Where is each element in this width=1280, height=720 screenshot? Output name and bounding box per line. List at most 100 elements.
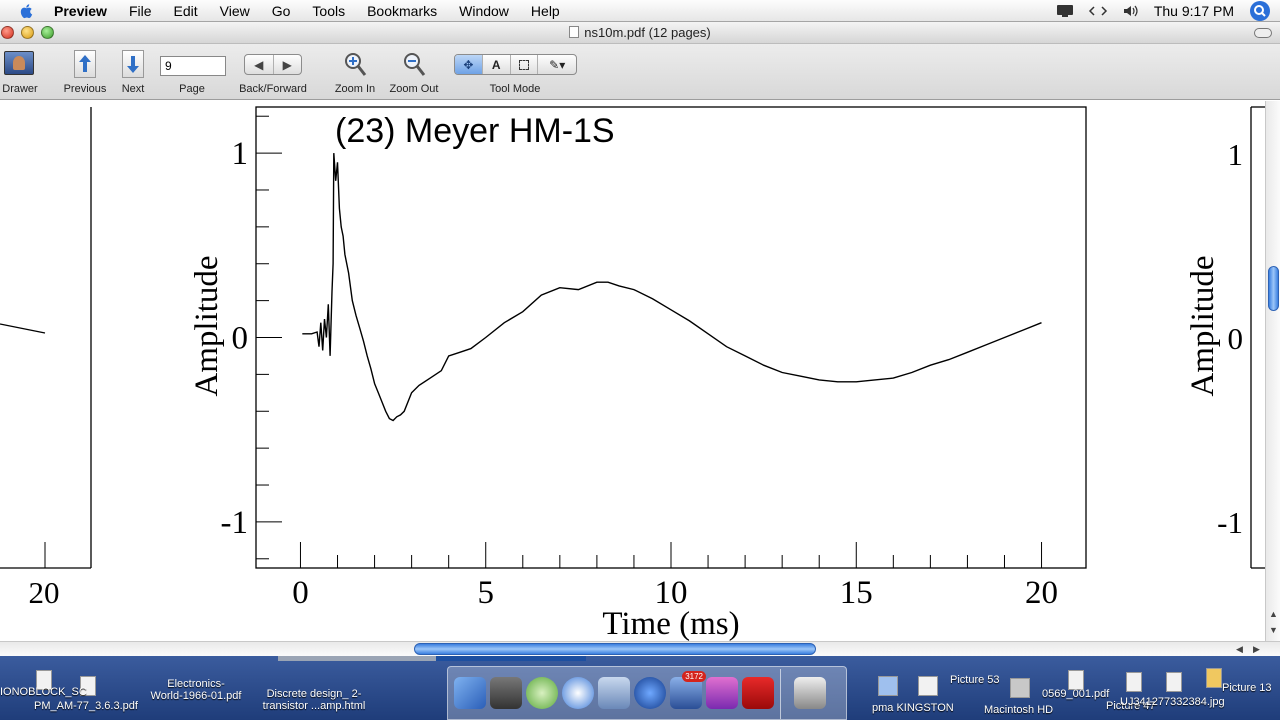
toolbar-toggle-button[interactable] xyxy=(1254,28,1272,38)
right-neighbor-page: Amplitude 1 0 -1 xyxy=(1185,106,1265,569)
y-tick-label: -1 xyxy=(221,505,249,541)
horizontal-scrollbar[interactable]: ◀ ▶ xyxy=(0,641,1280,656)
left-neighbor-curve xyxy=(0,323,46,334)
move-tool-button[interactable]: ✥ xyxy=(455,55,483,74)
file-icon[interactable] xyxy=(918,676,938,696)
pdf-document-view[interactable]: 20 (23) Meyer HM-1S Amplitude Time (ms) … xyxy=(0,101,1265,641)
desktop-file-label[interactable]: IONOBLOCK_SC xyxy=(0,686,87,698)
pdf-file-icon[interactable] xyxy=(1068,670,1084,690)
select-tool-icon xyxy=(519,59,530,70)
menu-tools[interactable]: Tools xyxy=(312,3,345,19)
forward-arrow-icon: ▶ xyxy=(282,57,292,72)
menubar-clock[interactable]: Thu 9:17 PM xyxy=(1154,3,1234,19)
menu-view[interactable]: View xyxy=(220,3,250,19)
page-label: Page xyxy=(179,83,205,95)
background-window-edge xyxy=(278,656,436,661)
back-forward-control: ◀ ▶ xyxy=(244,54,302,75)
mail-icon[interactable]: 3172 xyxy=(670,671,706,709)
safari-icon[interactable] xyxy=(562,677,594,709)
scroll-left-arrow-icon[interactable]: ◀ xyxy=(1236,644,1243,655)
pdf-document-icon xyxy=(569,26,580,38)
hard-drive-icon[interactable] xyxy=(1010,678,1030,698)
annotate-tool-icon: ✎▾ xyxy=(549,57,566,72)
desktop-file-label[interactable]: UJ341277332384.jpg xyxy=(1120,696,1225,708)
preview-icon[interactable] xyxy=(598,677,630,709)
desktop-file-label[interactable]: transistor ...amp.html xyxy=(256,700,372,712)
image-file-icon[interactable] xyxy=(1166,672,1182,692)
text-tool-icon: A xyxy=(491,57,501,72)
menu-bookmarks[interactable]: Bookmarks xyxy=(367,3,437,19)
trash-icon[interactable] xyxy=(794,677,826,709)
x-tick-label: 0 xyxy=(292,575,309,611)
chart-title: (23) Meyer HM-1S xyxy=(335,112,615,150)
imac-icon[interactable] xyxy=(706,677,738,709)
desktop-file-label[interactable]: Discrete design_ 2- xyxy=(256,688,372,700)
annotate-tool-button[interactable]: ✎▾ xyxy=(538,55,576,74)
tool-mode-control: ✥ A ✎▾ xyxy=(454,54,577,75)
right-neighbor-tick-neg1: -1 xyxy=(1217,505,1243,540)
x-axis-label: Time (ms) xyxy=(602,606,739,641)
window-title: ns10m.pdf (12 pages) xyxy=(0,25,1280,40)
itunes-icon[interactable] xyxy=(526,677,558,709)
next-button-label[interactable]: Next xyxy=(113,83,153,95)
finder-icon[interactable] xyxy=(454,677,486,709)
volume-icon[interactable] xyxy=(1122,4,1140,18)
chart-panel: (23) Meyer HM-1S Amplitude Time (ms) 0 5 1… xyxy=(189,106,1087,641)
previous-page-icon[interactable] xyxy=(74,50,96,78)
next-page-icon[interactable] xyxy=(122,50,144,78)
app-menu-preview[interactable]: Preview xyxy=(54,3,107,19)
scroll-up-arrow-icon[interactable]: ▲ xyxy=(1269,609,1278,619)
desktop-file-label[interactable]: Picture 53 xyxy=(950,674,1000,686)
desktop-file-label[interactable]: Macintosh HD xyxy=(984,704,1053,716)
chart-frame xyxy=(255,106,1087,569)
menu-window[interactable]: Window xyxy=(459,3,509,19)
network-globe-icon[interactable] xyxy=(634,677,666,709)
desktop-file-label[interactable]: pma KINGSTON xyxy=(872,702,954,714)
desktop-file-label[interactable]: PM_AM-77_3.6.3.pdf xyxy=(34,700,138,712)
menu-go[interactable]: Go xyxy=(272,3,291,19)
printer-icon[interactable] xyxy=(490,677,522,709)
scroll-down-arrow-icon[interactable]: ▼ xyxy=(1269,625,1278,635)
menu-help[interactable]: Help xyxy=(531,3,560,19)
back-forward-label: Back/Forward xyxy=(239,83,307,95)
scroll-right-arrow-icon[interactable]: ▶ xyxy=(1253,644,1260,655)
drawer-label[interactable]: Drawer xyxy=(0,83,40,95)
left-neighbor-page: 20 xyxy=(0,107,92,610)
zoom-out-icon[interactable] xyxy=(402,51,428,79)
right-neighbor-tick-0: 0 xyxy=(1228,321,1244,356)
desktop-file-label[interactable]: World-1966-01.pdf xyxy=(140,690,252,702)
network-icon[interactable] xyxy=(1088,4,1108,18)
x-tick-label: 15 xyxy=(840,575,873,611)
desktop-file-label[interactable]: 0569_001.pdf xyxy=(1042,688,1109,700)
zoom-in-label[interactable]: Zoom In xyxy=(330,83,380,95)
display-icon[interactable] xyxy=(1056,4,1074,18)
right-neighbor-y-label: Amplitude xyxy=(1185,255,1221,396)
desktop-file-label[interactable]: Electronics- xyxy=(146,678,246,690)
menu-file[interactable]: File xyxy=(129,3,152,19)
acrobat-icon[interactable] xyxy=(742,677,774,709)
horizontal-scroll-thumb[interactable] xyxy=(414,643,816,655)
image-file-icon[interactable] xyxy=(1126,672,1142,692)
desktop-file-label[interactable]: Picture 13 xyxy=(1222,682,1272,694)
page-number-input[interactable] xyxy=(160,56,226,76)
left-neighbor-tick-label: 20 xyxy=(29,575,60,610)
drawer-icon[interactable] xyxy=(4,51,34,75)
image-file-icon[interactable] xyxy=(1206,668,1222,688)
folder-icon[interactable] xyxy=(878,676,898,696)
x-tick-label: 10 xyxy=(655,575,688,611)
tool-mode-label: Tool Mode xyxy=(489,83,541,95)
zoom-in-icon[interactable] xyxy=(343,51,369,79)
vertical-scrollbar[interactable]: ▲ ▼ xyxy=(1265,101,1280,641)
zoom-out-label[interactable]: Zoom Out xyxy=(386,83,442,95)
y-axis-label: Amplitude xyxy=(189,255,225,396)
forward-button[interactable]: ▶ xyxy=(274,55,302,74)
select-tool-button[interactable] xyxy=(511,55,539,74)
apple-menu-icon[interactable] xyxy=(18,2,36,20)
previous-button-label[interactable]: Previous xyxy=(60,83,110,95)
text-tool-button[interactable]: A xyxy=(483,55,511,74)
window-title-bar[interactable]: ns10m.pdf (12 pages) xyxy=(0,22,1280,44)
menu-edit[interactable]: Edit xyxy=(174,3,198,19)
spotlight-icon[interactable] xyxy=(1250,1,1270,21)
back-button[interactable]: ◀ xyxy=(245,55,274,74)
vertical-scroll-thumb[interactable] xyxy=(1268,266,1279,311)
